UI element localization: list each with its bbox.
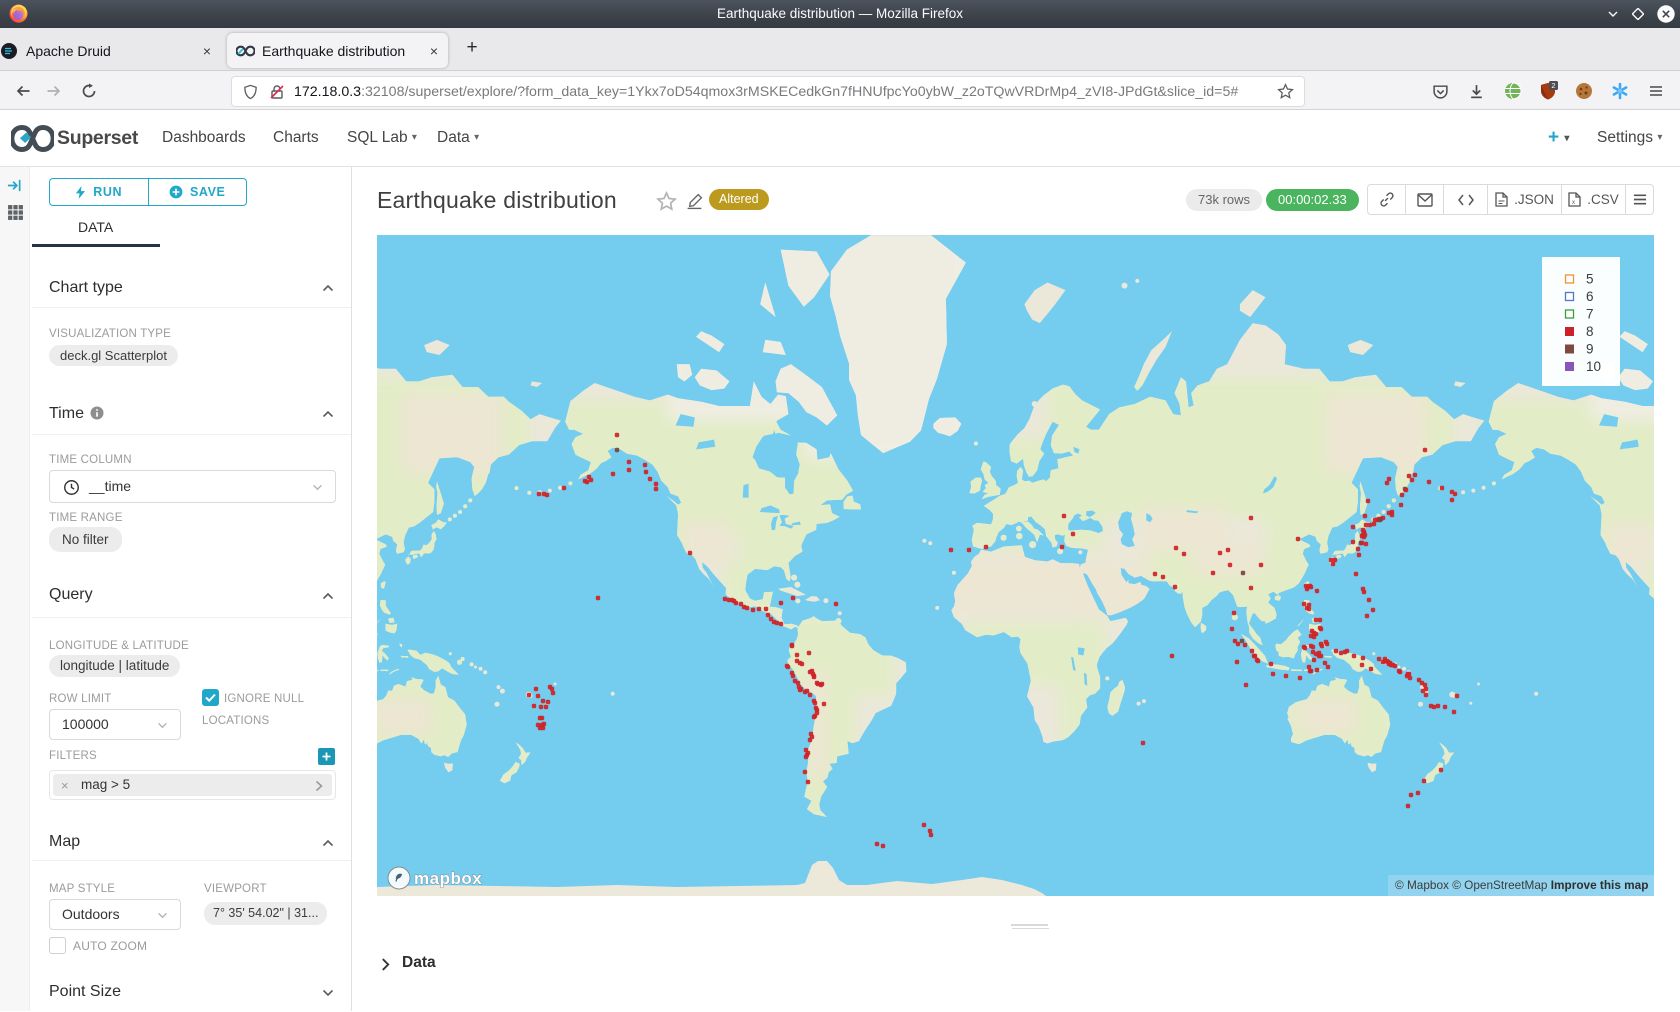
- svg-text:mapbox: mapbox: [414, 869, 482, 888]
- svg-text:7: 7: [1586, 307, 1594, 322]
- svg-text:9: 9: [1586, 342, 1594, 357]
- svg-text:© Mapbox © OpenStreetMap Impro: © Mapbox © OpenStreetMap Improve this ma…: [1395, 878, 1648, 892]
- svg-text:5: 5: [1586, 272, 1594, 287]
- svg-text:10: 10: [1586, 359, 1601, 374]
- svg-text:6: 6: [1586, 289, 1594, 304]
- svg-text:2: 2: [1551, 81, 1555, 90]
- svg-text:8: 8: [1586, 324, 1594, 339]
- svg-text:x: x: [1572, 200, 1575, 206]
